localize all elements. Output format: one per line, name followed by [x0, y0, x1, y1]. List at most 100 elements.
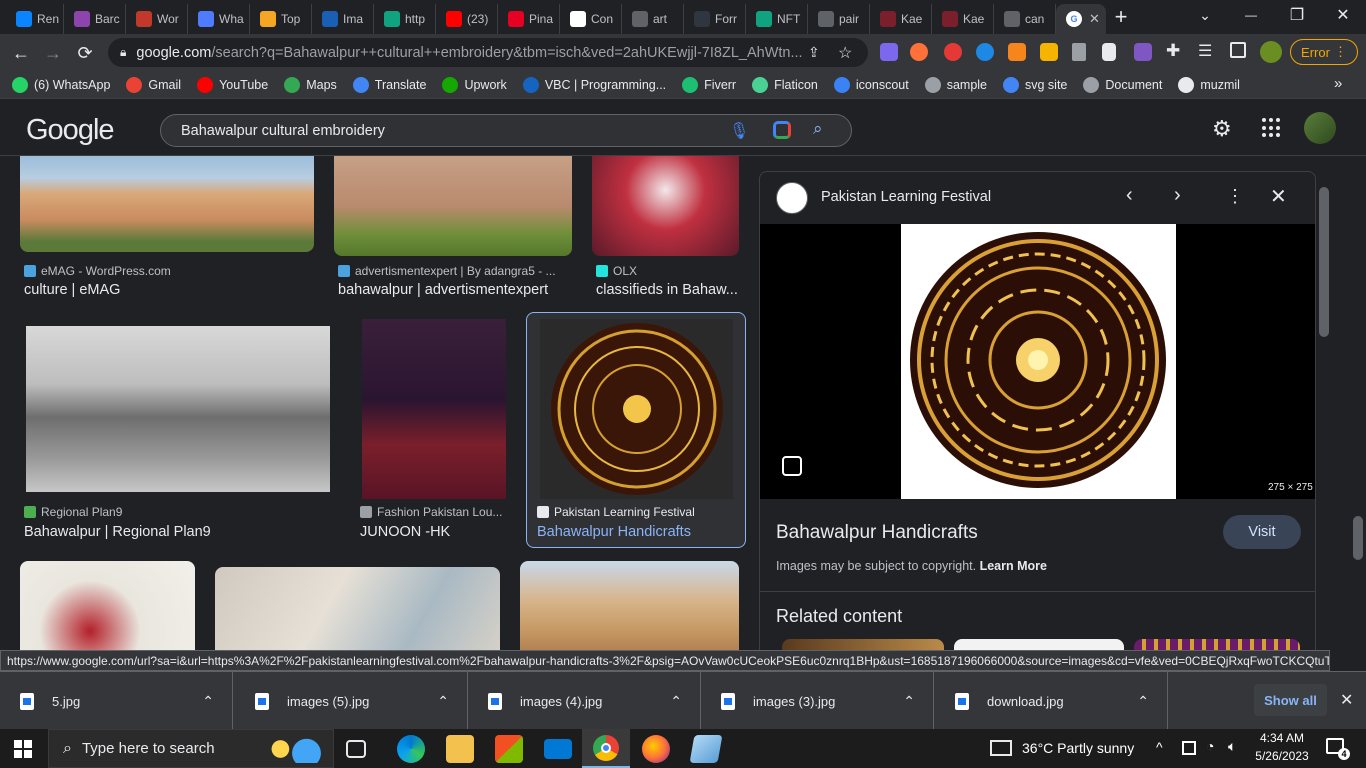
- close-tab-icon[interactable]: ✕: [1089, 11, 1100, 27]
- bookmark-item[interactable]: Fiverr: [682, 76, 736, 93]
- chevron-up-icon[interactable]: ⌃: [670, 693, 682, 710]
- clock-time[interactable]: 4:34 AM: [1256, 731, 1308, 745]
- result-image-mall[interactable]: [520, 561, 739, 650]
- bookmark-item[interactable]: Translate: [352, 76, 426, 93]
- reading-list-icon[interactable]: ☰: [1198, 41, 1212, 61]
- result-source[interactable]: Pakistan Learning Festival: [537, 505, 737, 519]
- result-image-bw-building[interactable]: [26, 326, 330, 492]
- lens-search-icon[interactable]: [782, 456, 802, 476]
- new-tab-button[interactable]: +: [1108, 4, 1134, 30]
- panel-site-name[interactable]: Pakistan Learning Festival: [821, 189, 991, 205]
- bookmark-item[interactable]: iconscout: [833, 76, 909, 93]
- result-caption[interactable]: Bahawalpur | Regional Plan9: [24, 524, 324, 540]
- settings-gear-icon[interactable]: ⚙: [1212, 116, 1232, 142]
- result-image-fabric[interactable]: [215, 567, 500, 650]
- brush-icon[interactable]: [1102, 43, 1116, 61]
- extension-icon[interactable]: [944, 43, 962, 61]
- download-item[interactable]: images (3).jpg ⌃: [701, 672, 934, 730]
- side-panel-icon[interactable]: [1230, 42, 1246, 58]
- bookmark-item[interactable]: YouTube: [197, 76, 268, 93]
- extension-icon[interactable]: [976, 43, 994, 61]
- extension-icon[interactable]: [910, 43, 928, 61]
- account-avatar[interactable]: [1304, 112, 1336, 144]
- browser-tab[interactable]: Pina: [498, 4, 560, 34]
- store-icon[interactable]: [495, 735, 523, 763]
- browser-tab[interactable]: Wha: [188, 4, 250, 34]
- chrome-taskbar-item[interactable]: [582, 729, 630, 768]
- result-source[interactable]: advertismentexpert | By adangra5 - ...: [338, 264, 572, 278]
- metamask-icon[interactable]: [1008, 43, 1026, 61]
- browser-tab[interactable]: Ima: [312, 4, 374, 34]
- forward-button[interactable]: →: [40, 40, 66, 66]
- profile-avatar[interactable]: [1260, 41, 1282, 63]
- result-source[interactable]: OLX: [596, 264, 739, 278]
- reload-button[interactable]: ⟳: [72, 40, 98, 66]
- google-logo[interactable]: Google: [26, 114, 115, 147]
- browser-tab[interactable]: http: [374, 4, 436, 34]
- browser-tab[interactable]: pair: [808, 4, 870, 34]
- browser-tab[interactable]: NFT: [746, 4, 808, 34]
- close-window-button[interactable]: ✕: [1320, 0, 1366, 30]
- extension-icon[interactable]: [880, 43, 898, 61]
- active-browser-tab[interactable]: G ✕: [1056, 4, 1106, 34]
- restore-button[interactable]: ❐: [1274, 0, 1320, 30]
- result-image-building[interactable]: [334, 156, 572, 256]
- clock-date[interactable]: 5/26/2023: [1254, 749, 1310, 763]
- apps-grid-icon[interactable]: [1262, 118, 1282, 138]
- related-thumb[interactable]: [1134, 639, 1300, 650]
- lens-icon[interactable]: [773, 121, 791, 139]
- minimize-button[interactable]: —: [1228, 0, 1274, 30]
- task-view-icon[interactable]: [346, 740, 366, 758]
- bookmark-item[interactable]: Maps: [284, 76, 337, 93]
- bookmark-item[interactable]: VBC | Programming...: [522, 76, 666, 93]
- volume-icon[interactable]: 🔈︎: [1228, 738, 1236, 755]
- result-source[interactable]: Regional Plan9: [24, 505, 324, 519]
- browser-tab[interactable]: Top: [250, 4, 312, 34]
- weather-icon[interactable]: [990, 740, 1012, 756]
- back-button[interactable]: ←: [8, 40, 34, 66]
- network-icon[interactable]: [1182, 741, 1196, 755]
- page-scrollbar[interactable]: [1350, 156, 1366, 650]
- result-caption[interactable]: culture | eMAG: [24, 282, 314, 298]
- bookmark-item[interactable]: svg site: [1003, 76, 1067, 93]
- scrollbar-thumb[interactable]: [1319, 187, 1329, 337]
- result-caption[interactable]: JUNOON -HK: [360, 524, 510, 540]
- chevron-up-icon[interactable]: ⌃: [903, 693, 915, 710]
- bookmark-star-icon[interactable]: ☆: [838, 43, 852, 63]
- app-icon[interactable]: [689, 735, 723, 763]
- bookmark-item[interactable]: muzmil: [1178, 76, 1240, 93]
- microphone-icon[interactable]: 🎙︎: [729, 121, 749, 141]
- related-thumb[interactable]: [954, 639, 1124, 650]
- result-image-palace[interactable]: [20, 156, 314, 252]
- chevron-up-icon[interactable]: ⌃: [202, 693, 214, 710]
- result-image-handicraft[interactable]: [540, 319, 733, 499]
- download-item[interactable]: 5.jpg ⌃: [0, 672, 233, 730]
- browser-tab[interactable]: Ren: [6, 4, 64, 34]
- close-downloads-icon[interactable]: ✕: [1340, 690, 1353, 710]
- bookmark-item[interactable]: Document: [1083, 76, 1162, 93]
- more-options-icon[interactable]: ⋮: [1226, 186, 1244, 207]
- learn-more-link[interactable]: Learn More: [980, 559, 1047, 573]
- panel-scrollbar[interactable]: [1316, 171, 1332, 650]
- wifi-icon[interactable]: ◔: [1206, 738, 1214, 754]
- browser-tab[interactable]: Kae: [932, 4, 994, 34]
- extension-icon[interactable]: [1134, 43, 1152, 61]
- browser-tab[interactable]: Kae: [870, 4, 932, 34]
- windows-start-icon[interactable]: [14, 740, 32, 758]
- browser-tab[interactable]: Wor: [126, 4, 188, 34]
- related-thumb[interactable]: [782, 639, 944, 650]
- result-image-dress[interactable]: [362, 319, 506, 499]
- firefox-icon[interactable]: [642, 735, 670, 763]
- download-item[interactable]: images (4).jpg ⌃: [468, 672, 701, 730]
- result-caption[interactable]: Bahawalpur Handicrafts: [537, 524, 737, 540]
- bookmark-item[interactable]: sample: [924, 76, 987, 93]
- result-caption[interactable]: bahawalpur | advertismentexpert: [338, 282, 572, 298]
- previous-icon[interactable]: ‹: [1126, 184, 1133, 207]
- result-image-embroidery-dress[interactable]: [592, 156, 739, 256]
- chevron-up-icon[interactable]: ^: [1156, 739, 1163, 755]
- extension-icon[interactable]: [1040, 43, 1058, 61]
- panel-title[interactable]: Bahawalpur Handicrafts: [776, 522, 978, 544]
- file-explorer-icon[interactable]: [446, 735, 474, 763]
- site-logo[interactable]: [776, 182, 808, 214]
- chevron-up-icon[interactable]: ⌃: [1137, 693, 1149, 710]
